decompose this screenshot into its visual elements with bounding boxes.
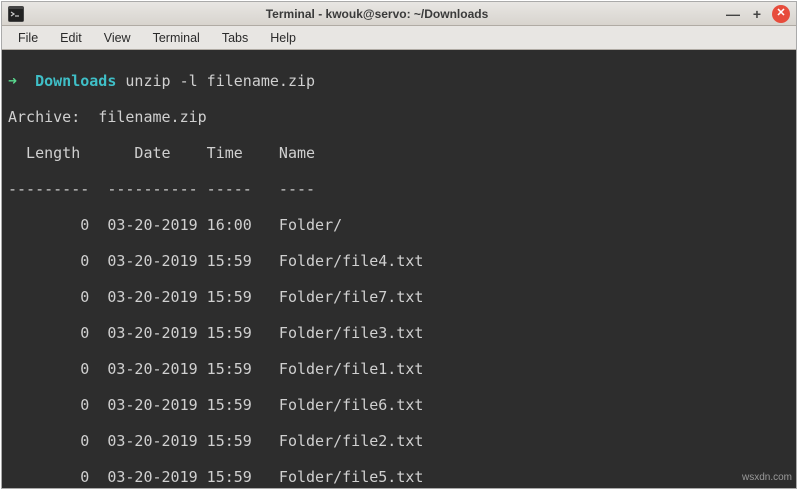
watermark: wsxdn.com [742,472,792,484]
terminal-window: Terminal - kwouk@servo: ~/Downloads — + … [1,1,797,489]
terminal-body[interactable]: ➜ Downloads unzip -l filename.zip Archiv… [2,50,796,488]
menu-view[interactable]: View [94,29,141,47]
output-header-sep: --------- ---------- ----- ---- [8,180,790,198]
output-row: 0 03-20-2019 15:59 Folder/file3.txt [8,324,790,342]
output-row: 0 03-20-2019 15:59 Folder/file4.txt [8,252,790,270]
command-text: unzip -l filename.zip [125,72,315,90]
menu-tabs[interactable]: Tabs [212,29,258,47]
output-row: 0 03-20-2019 15:59 Folder/file2.txt [8,432,790,450]
terminal-icon [8,6,24,22]
window-controls: — + ✕ [724,5,790,23]
prompt-dir: Downloads [35,72,116,90]
output-row: 0 03-20-2019 15:59 Folder/file1.txt [8,360,790,378]
maximize-button[interactable]: + [748,5,766,23]
menu-help[interactable]: Help [260,29,306,47]
minimize-button[interactable]: — [724,5,742,23]
close-button[interactable]: ✕ [772,5,790,23]
output-row: 0 03-20-2019 15:59 Folder/file7.txt [8,288,790,306]
titlebar[interactable]: Terminal - kwouk@servo: ~/Downloads — + … [2,2,796,26]
menu-terminal[interactable]: Terminal [143,29,210,47]
output-row: 0 03-20-2019 15:59 Folder/file6.txt [8,396,790,414]
output-row: 0 03-20-2019 16:00 Folder/ [8,216,790,234]
window-title: Terminal - kwouk@servo: ~/Downloads [30,7,724,21]
output-header: Length Date Time Name [8,144,790,162]
output-archive: Archive: filename.zip [8,108,790,126]
menu-edit[interactable]: Edit [50,29,92,47]
output-row: 0 03-20-2019 15:59 Folder/file5.txt [8,468,790,486]
prompt-line-1: ➜ Downloads unzip -l filename.zip [8,72,790,90]
menu-file[interactable]: File [8,29,48,47]
prompt-arrow: ➜ [8,72,17,90]
menubar: File Edit View Terminal Tabs Help [2,26,796,50]
